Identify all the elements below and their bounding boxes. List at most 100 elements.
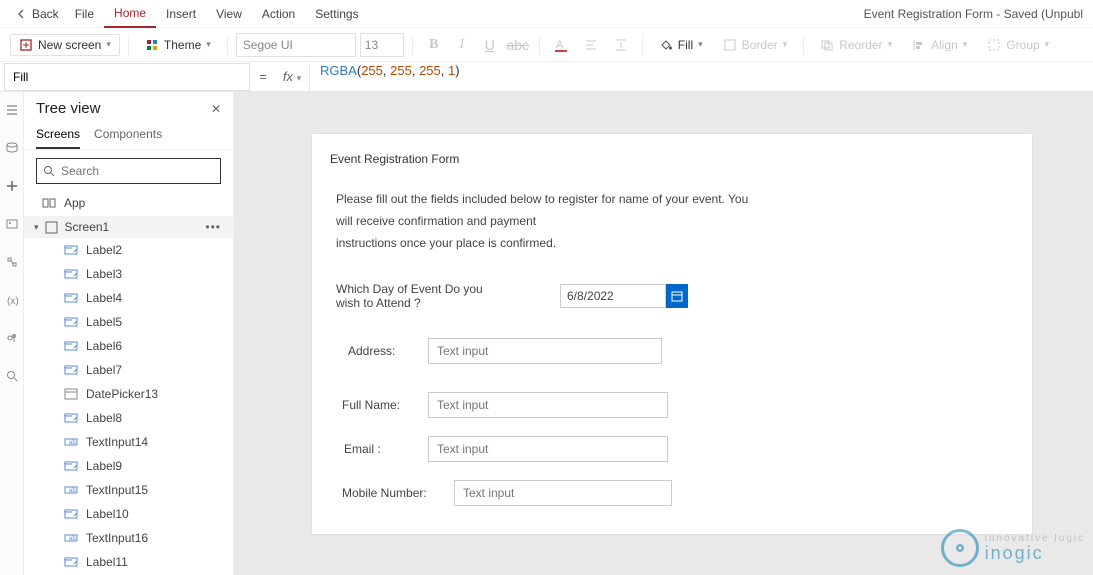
- new-screen-label: New screen: [38, 38, 101, 52]
- menu-settings[interactable]: Settings: [305, 7, 368, 21]
- add-icon[interactable]: [5, 178, 19, 194]
- divider: [642, 35, 643, 55]
- label-icon: [64, 243, 78, 257]
- date-value: 6/8/2022: [561, 289, 665, 303]
- search-icon: [43, 165, 55, 177]
- reorder-icon: [820, 38, 834, 52]
- address-input[interactable]: [428, 338, 662, 364]
- tree-item[interactable]: ab TextInput15: [24, 478, 233, 502]
- menu-view[interactable]: View: [206, 7, 252, 21]
- tree-item[interactable]: ab TextInput14: [24, 430, 233, 454]
- align-menu-button[interactable]: Align ▾: [904, 35, 975, 55]
- data-icon[interactable]: [5, 140, 19, 156]
- flows-icon[interactable]: [5, 254, 19, 270]
- email-input[interactable]: [428, 436, 668, 462]
- logo-icon: [941, 529, 979, 567]
- canvas-area[interactable]: Event Registration Form Please fill out …: [234, 92, 1093, 575]
- formula-input[interactable]: RGBA(255, 255, 255, 1): [309, 63, 1093, 91]
- divider: [803, 35, 804, 55]
- new-screen-button[interactable]: New screen ▾: [10, 34, 120, 56]
- menu-home[interactable]: Home: [104, 0, 156, 28]
- tree-item-label: TextInput14: [86, 435, 148, 449]
- tree-item-label: Label11: [86, 555, 128, 569]
- chevron-down-icon[interactable]: ▾: [34, 222, 39, 233]
- design-canvas[interactable]: Event Registration Form Please fill out …: [312, 134, 1032, 534]
- date-picker[interactable]: 6/8/2022: [560, 284, 666, 308]
- tree-item[interactable]: Label2: [24, 238, 233, 262]
- label-icon: [64, 363, 78, 377]
- tree-item-label: Label7: [86, 363, 122, 377]
- border-button[interactable]: Border ▾: [715, 35, 796, 55]
- tree-item[interactable]: Label8: [24, 406, 233, 430]
- label-icon: [64, 339, 78, 353]
- calendar-icon: [671, 290, 683, 302]
- tree-item-label: Label4: [86, 291, 122, 305]
- formula-bar: = fx ▾ RGBA(255, 255, 255, 1): [0, 62, 1093, 92]
- calendar-button[interactable]: [666, 284, 688, 308]
- search-rail-icon[interactable]: [5, 368, 19, 384]
- valign-button[interactable]: [608, 33, 634, 57]
- menu-action[interactable]: Action: [252, 7, 305, 21]
- date-icon: [64, 387, 78, 401]
- tools-icon[interactable]: [5, 330, 19, 346]
- italic-button[interactable]: I: [449, 33, 475, 57]
- tree-item-label: Label6: [86, 339, 122, 353]
- tree-search-input[interactable]: [61, 164, 214, 178]
- svg-text:ab: ab: [69, 440, 76, 446]
- strike-button[interactable]: abc: [505, 33, 531, 57]
- tree-item[interactable]: Label11: [24, 550, 233, 574]
- group-label: Group: [1006, 38, 1039, 52]
- tree-item-list: Label2Label3 Label4 Label5 Label6 Label7 Date…: [24, 238, 233, 575]
- tree-item[interactable]: Label6: [24, 334, 233, 358]
- property-selector[interactable]: [4, 63, 250, 91]
- menu-insert[interactable]: Insert: [156, 7, 206, 21]
- tree-search[interactable]: [36, 158, 221, 184]
- tree-item[interactable]: Label5: [24, 310, 233, 334]
- font-color-button[interactable]: A: [548, 33, 574, 57]
- tree-item[interactable]: Label9: [24, 454, 233, 478]
- input-icon: ab: [64, 483, 78, 497]
- svg-text:(x): (x): [7, 296, 19, 307]
- align-button[interactable]: [578, 33, 604, 57]
- menu-file[interactable]: File: [65, 7, 104, 21]
- tree-view-icon[interactable]: [5, 102, 19, 118]
- screen-node-label: Screen1: [65, 220, 110, 234]
- tab-components[interactable]: Components: [94, 123, 162, 149]
- mobile-input[interactable]: [454, 480, 672, 506]
- tree-item[interactable]: DatePicker13: [24, 382, 233, 406]
- back-button[interactable]: Back: [10, 7, 65, 21]
- close-icon[interactable]: ✕: [211, 102, 221, 116]
- tree-item[interactable]: Label3: [24, 262, 233, 286]
- top-menubar: Back File Home Insert View Action Settin…: [0, 0, 1093, 28]
- group-button[interactable]: Group ▾: [979, 35, 1057, 55]
- tab-screens[interactable]: Screens: [36, 123, 80, 149]
- main-area: (x) Tree view ✕ Screens Components App ▾…: [0, 92, 1093, 575]
- font-select[interactable]: [236, 33, 356, 57]
- tree-item[interactable]: Label4: [24, 286, 233, 310]
- reorder-button[interactable]: Reorder ▾: [812, 35, 900, 55]
- more-icon[interactable]: •••: [205, 220, 221, 234]
- fullname-label: Full Name:: [342, 398, 428, 412]
- bold-button[interactable]: B: [421, 33, 447, 57]
- fullname-input[interactable]: [428, 392, 668, 418]
- tree-item[interactable]: Label10: [24, 502, 233, 526]
- chevron-down-icon: ▾: [963, 39, 968, 50]
- tree-view-panel: Tree view ✕ Screens Components App ▾ Scr…: [24, 92, 234, 575]
- tree-item[interactable]: Label7: [24, 358, 233, 382]
- tree-item-label: Label5: [86, 315, 122, 329]
- media-icon[interactable]: [5, 216, 19, 232]
- font-size-select[interactable]: [360, 33, 404, 57]
- app-title: Event Registration Form - Saved (Unpubl: [864, 7, 1083, 21]
- tree-item[interactable]: abTextInput16: [24, 526, 233, 550]
- fill-button[interactable]: Fill ▾: [651, 35, 711, 55]
- variables-icon[interactable]: (x): [5, 292, 19, 308]
- theme-button[interactable]: Theme ▾: [137, 35, 219, 55]
- underline-button[interactable]: U: [477, 33, 503, 57]
- tree-item-label: TextInput15: [86, 483, 148, 497]
- reorder-label: Reorder: [839, 38, 882, 52]
- fx-button[interactable]: fx ▾: [275, 69, 309, 84]
- screen-node[interactable]: ▾ Screen1 •••: [24, 216, 233, 238]
- tree-item-label: TextInput16: [86, 531, 148, 545]
- app-node-label: App: [64, 196, 85, 210]
- app-node[interactable]: App: [24, 190, 233, 216]
